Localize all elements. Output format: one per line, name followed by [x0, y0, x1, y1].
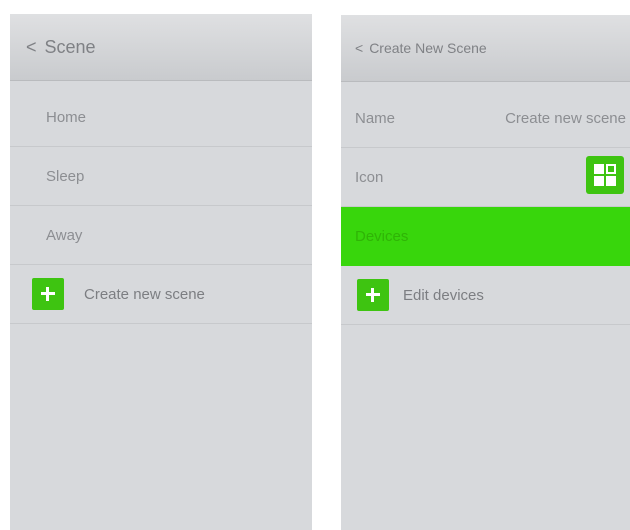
scene-header: < Scene — [10, 14, 312, 81]
create-scene-header: < Create New Scene — [341, 15, 630, 82]
back-button[interactable]: < Create New Scene — [341, 40, 487, 56]
scene-item-away[interactable]: Away — [10, 206, 312, 265]
back-label: Create New Scene — [369, 40, 487, 56]
edit-devices-label: Edit devices — [403, 286, 484, 304]
plus-icon — [357, 279, 389, 311]
scene-settings-list: Name Create new scene Icon Devices Edit … — [341, 89, 630, 325]
chevron-left-icon: < — [355, 40, 364, 56]
chevron-left-icon: < — [26, 36, 37, 57]
create-new-scene-label: Create new scene — [84, 285, 205, 303]
scene-item-label: Home — [46, 108, 87, 126]
create-scene-screen: < Create New Scene Name Create new scene… — [341, 15, 630, 530]
edit-devices-button[interactable]: Edit devices — [341, 266, 630, 325]
back-label: Scene — [44, 36, 96, 57]
name-label: Name — [355, 109, 396, 127]
scene-list-screen: < Scene Home Sleep Away Create new scene — [10, 14, 312, 530]
scene-item-home[interactable]: Home — [10, 88, 312, 147]
create-new-scene-button[interactable]: Create new scene — [10, 265, 312, 324]
icon-label: Icon — [355, 168, 384, 186]
grid-tile-icon[interactable] — [586, 156, 624, 194]
scene-item-label: Sleep — [46, 167, 85, 185]
scene-item-sleep[interactable]: Sleep — [10, 147, 312, 206]
icon-row[interactable]: Icon — [341, 148, 630, 207]
name-row[interactable]: Name Create new scene — [341, 89, 630, 148]
back-button[interactable]: < Scene — [10, 37, 96, 58]
devices-label: Devices — [355, 228, 409, 245]
scene-list: Home Sleep Away Create new scene — [10, 88, 312, 324]
scene-item-label: Away — [46, 226, 83, 244]
plus-icon — [32, 278, 64, 310]
devices-row[interactable]: Devices — [341, 207, 630, 266]
name-field[interactable]: Create new scene — [505, 110, 626, 127]
